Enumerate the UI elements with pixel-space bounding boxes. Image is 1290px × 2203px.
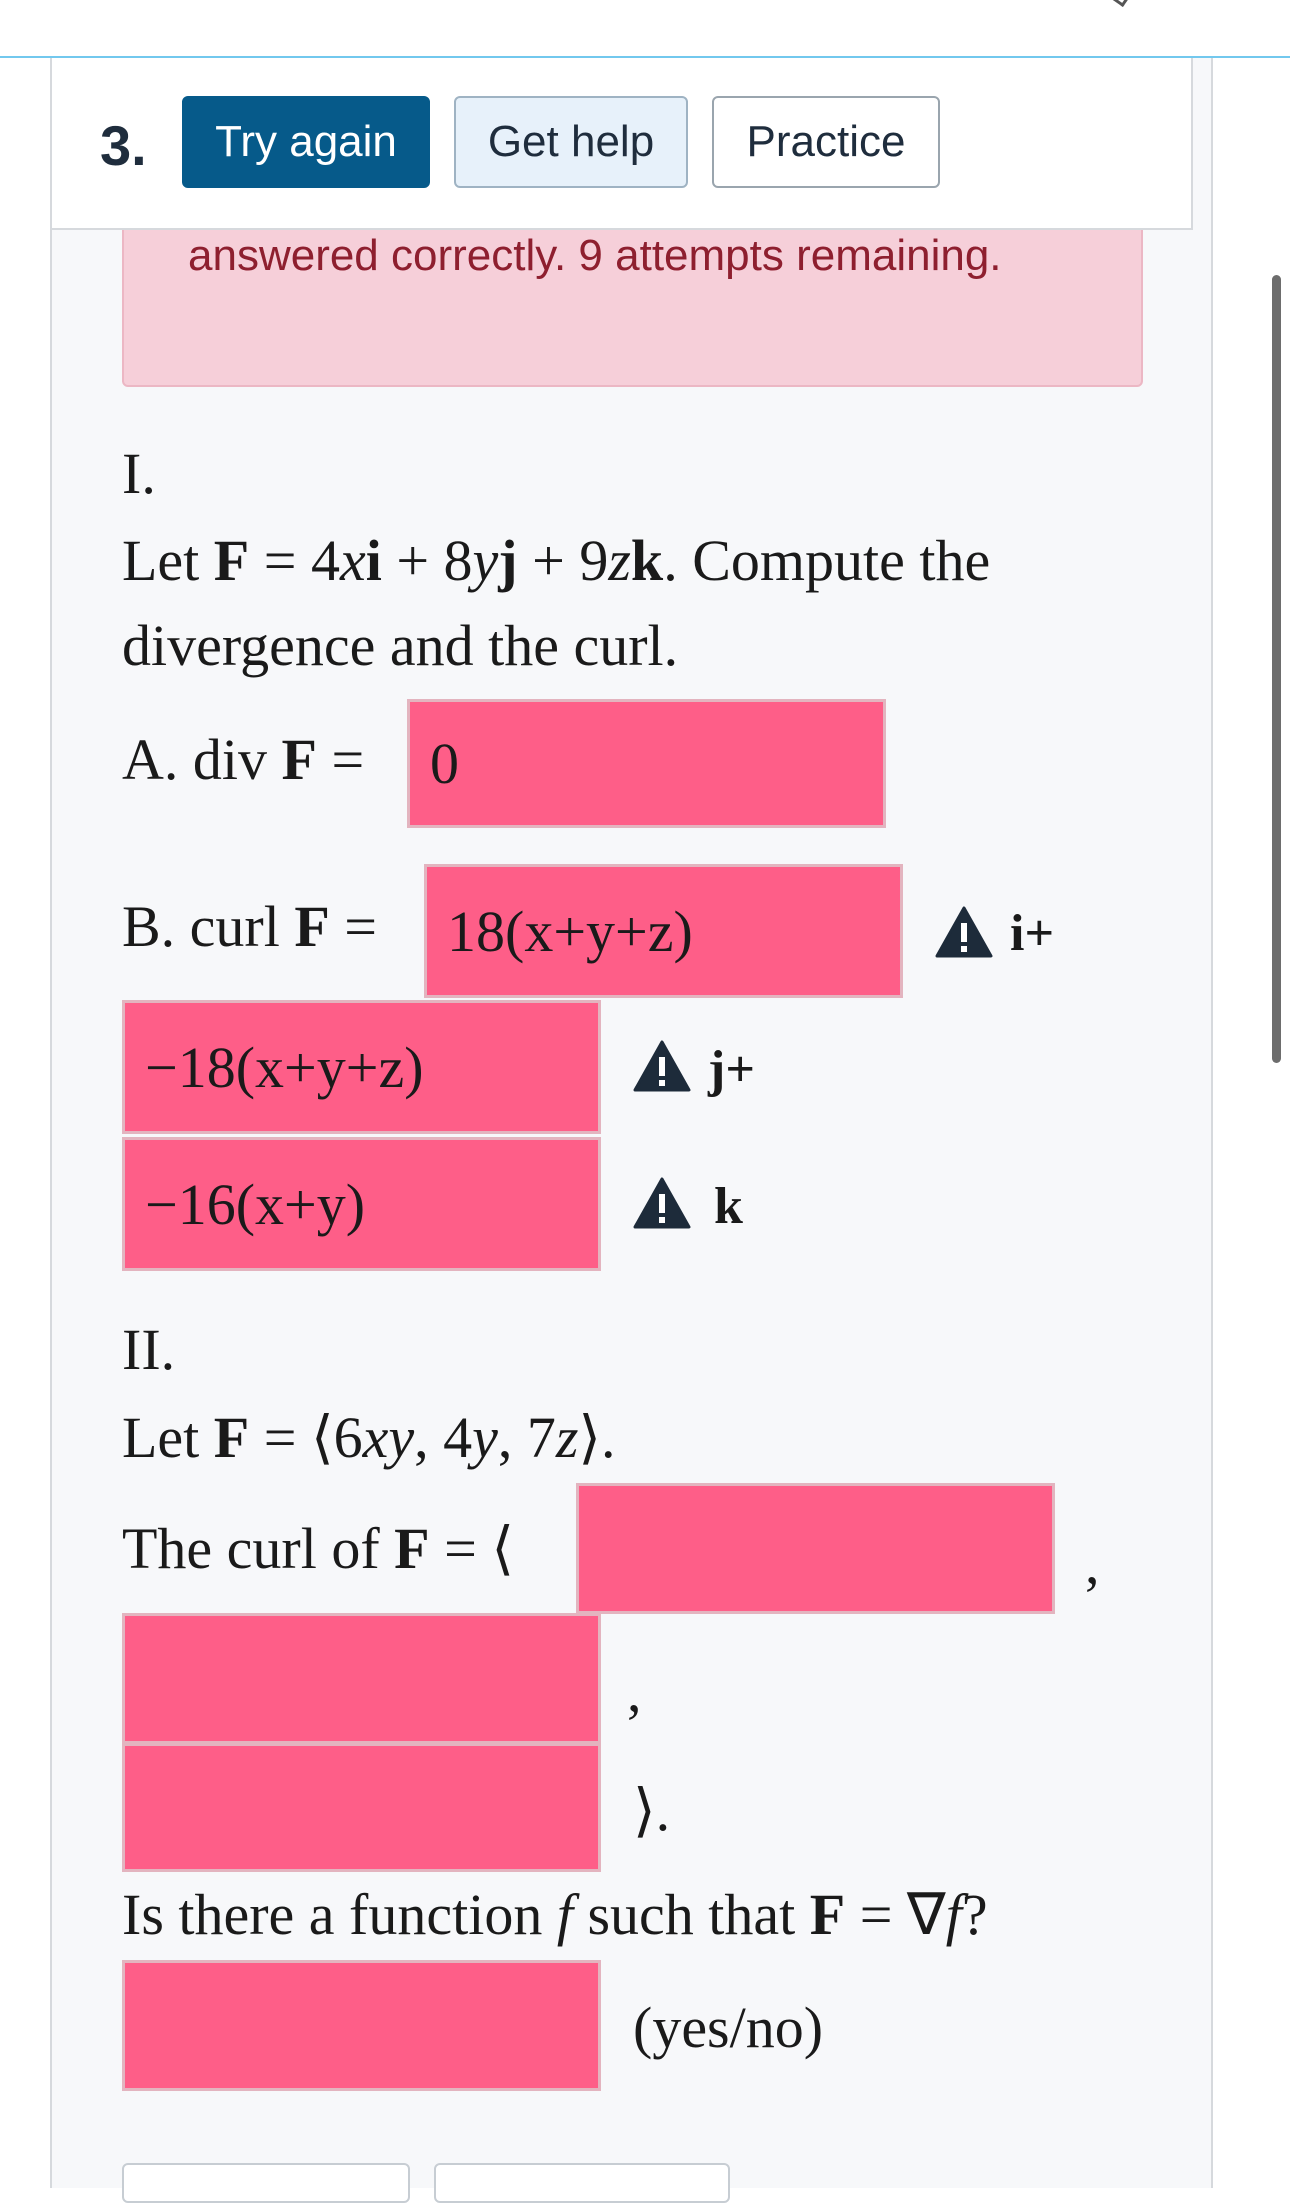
comma-2: , — [627, 1659, 642, 1724]
div-label: A. div F = — [122, 727, 365, 792]
curl-label: B. curl F = — [122, 894, 378, 959]
unit-k: k — [714, 1178, 743, 1235]
warning-icon — [935, 906, 993, 958]
checkmark-icon — [1108, 0, 1129, 8]
unit-j: j+ — [708, 1041, 755, 1098]
close-bracket: ⟩. — [633, 1778, 671, 1843]
part1-prompt-line1: Let F = 4xi + 8yj + 9zk. Compute the — [122, 528, 991, 593]
secondary-button[interactable] — [434, 2163, 730, 2203]
curl-of-label: The curl of F = ⟨ — [122, 1516, 514, 1581]
unit-i: i+ — [1010, 905, 1055, 962]
warning-icon — [633, 1040, 691, 1092]
yes-no-field[interactable] — [122, 1960, 601, 2091]
curl-component-3-field[interactable] — [122, 1743, 601, 1872]
question-header: 3. Try again Get help Practice — [50, 58, 1193, 230]
practice-button[interactable]: Practice — [712, 96, 940, 188]
part2-label: II. — [122, 1317, 176, 1382]
yes-no-hint: (yes/no) — [633, 1995, 824, 2060]
curl-i-field[interactable]: 18(x+y+z) — [424, 864, 903, 998]
get-help-button[interactable]: Get help — [454, 96, 688, 188]
part2-prompt: Let F = ⟨6xy, 4y, 7z⟩. — [122, 1405, 616, 1470]
curl-k-field[interactable]: −16(x+y) — [122, 1137, 601, 1271]
curl-component-1-field[interactable] — [576, 1483, 1055, 1614]
try-again-button[interactable]: Try again — [182, 96, 430, 188]
alert-text: answered correctly. 9 attempts remaining… — [188, 231, 1002, 280]
scrollbar[interactable] — [1272, 275, 1281, 1063]
curl-j-field[interactable]: −18(x+y+z) — [122, 1000, 601, 1134]
div-answer-field[interactable]: 0 — [407, 699, 886, 828]
question-number: 3. — [100, 114, 147, 177]
curl-component-2-field[interactable] — [122, 1613, 601, 1744]
top-toolbar-fragment — [1108, 0, 1290, 8]
gradient-question: Is there a function f such that F = ∇f? — [122, 1882, 988, 1947]
comma-1: , — [1085, 1531, 1100, 1596]
warning-icon — [633, 1177, 691, 1229]
part1-prompt-line2: divergence and the curl. — [122, 613, 679, 678]
submit-button[interactable] — [122, 2163, 410, 2203]
part1-label: I. — [122, 441, 156, 506]
